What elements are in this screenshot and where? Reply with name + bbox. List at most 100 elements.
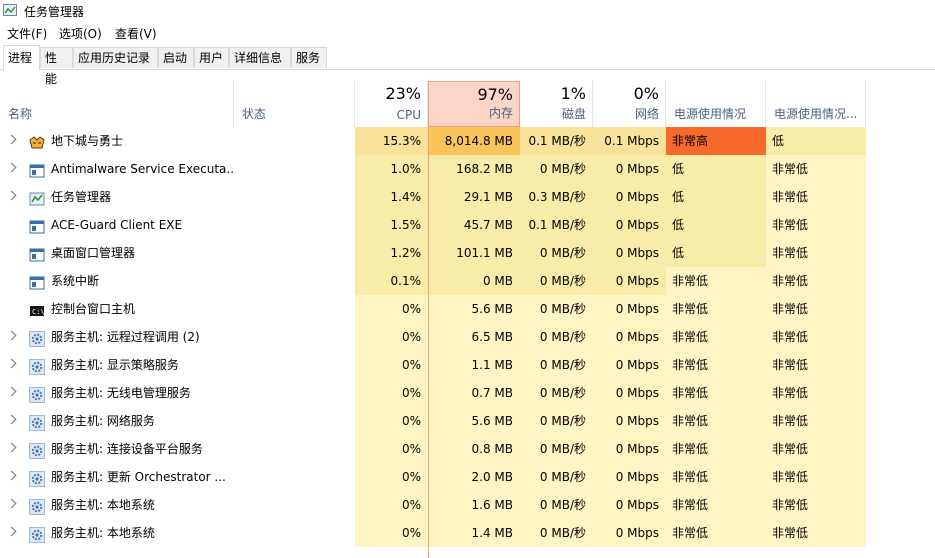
process-disk: 0 MB/秒: [520, 155, 593, 183]
title-bar: 任务管理器: [0, 0, 935, 22]
table-row[interactable]: 桌面窗口管理器 1.2% 101.1 MB 0 MB/秒 0 Mbps 低非常低: [0, 239, 935, 267]
column-name-label: 名称: [8, 107, 33, 121]
table-row[interactable]: 服务主机: 远程过程调用 (2) 0% 6.5 MB 0 MB/秒 0 Mbps 非常低非…: [0, 323, 935, 351]
column-disk[interactable]: 1% 磁盘: [520, 81, 593, 127]
table-row[interactable]: Antimalware Service Executa... 1.0% 168.2 …: [0, 155, 935, 183]
tab-performance[interactable]: 性能: [40, 47, 73, 86]
chevron-right-icon[interactable]: [6, 470, 17, 481]
cpu-total: 23%: [385, 84, 421, 103]
process-memory: 45.7 MB: [428, 211, 520, 239]
process-cpu: 1.0%: [355, 155, 428, 183]
process-power: 非常低: [666, 519, 766, 547]
table-row[interactable]: 服务主机: 本地系统 0% 1.4 MB 0 MB/秒 0 Mbps 非常低 非常低: [0, 519, 935, 547]
process-cpu: 0%: [355, 407, 428, 435]
process-name: 服务主机: 本地系统: [51, 526, 155, 540]
process-network: 0 Mbps: [593, 519, 666, 547]
process-disk: 0 MB/秒: [520, 323, 593, 351]
disk-label: 磁盘: [561, 107, 586, 121]
chevron-right-icon[interactable]: [6, 414, 17, 425]
process-network: 0 Mbps: [593, 491, 666, 519]
table-row[interactable]: 服务主机: 显示策略服务 0% 1.1 MB 0 MB/秒 0 Mbps 非常低 非常低: [0, 351, 935, 379]
process-power-trend: 非常低: [766, 267, 866, 295]
process-memory: 8,014.8 MB: [428, 127, 520, 155]
chevron-right-icon[interactable]: [6, 190, 17, 201]
column-name[interactable]: 名称: [0, 81, 234, 127]
tab-users[interactable]: 用户: [194, 47, 229, 68]
process-name-cell: 桌面窗口管理器: [0, 239, 234, 267]
cpu-label: CPU: [396, 108, 421, 122]
process-status: [234, 519, 355, 547]
process-status: [234, 323, 355, 351]
process-power: 低: [666, 211, 766, 239]
process-power: 非常低: [666, 463, 766, 491]
tab-app-history[interactable]: 应用历史记录: [73, 47, 158, 68]
process-memory: 6.5 MB: [428, 323, 520, 351]
chevron-right-icon[interactable]: [6, 526, 17, 537]
table-row[interactable]: 服务主机: 更新 Orchestrator ... 0% 2.0 MB 0 MB/秒 0…: [0, 463, 935, 491]
column-status[interactable]: 状态: [234, 81, 355, 127]
process-status: [234, 435, 355, 463]
process-name: 服务主机: 无线电管理服务: [51, 386, 191, 400]
process-status: [234, 211, 355, 239]
menu-options[interactable]: 选项(O): [59, 25, 102, 42]
process-cpu: 15.3%: [355, 127, 428, 155]
table-row[interactable]: 服务主机: 本地系统 0% 1.6 MB 0 MB/秒 0 Mbps 非常低 非常低: [0, 491, 935, 519]
process-name-cell: 服务主机: 更新 Orchestrator ...: [0, 463, 234, 491]
menu-view[interactable]: 查看(V): [115, 25, 157, 42]
process-name-cell: Antimalware Service Executa...: [0, 155, 234, 183]
process-cpu: 1.5%: [355, 211, 428, 239]
process-power-trend: 非常低: [766, 183, 866, 211]
process-power: 非常低: [666, 491, 766, 519]
process-network: 0 Mbps: [593, 435, 666, 463]
column-memory[interactable]: 97% 内存: [428, 81, 520, 127]
table-row[interactable]: C:\ 控制台窗口主机 0% 5.6 MB 0 MB/秒 0 Mbps 非常低 非常低: [0, 295, 935, 323]
chevron-right-icon[interactable]: [6, 162, 17, 173]
process-memory: 0.7 MB: [428, 379, 520, 407]
table-row[interactable]: 任务管理器 1.4% 29.1 MB 0.3 MB/秒 0 Mbps 低非常低: [0, 183, 935, 211]
column-cpu[interactable]: 23% CPU: [355, 81, 428, 127]
tab-processes[interactable]: 进程: [3, 45, 40, 70]
process-cpu: 0%: [355, 491, 428, 519]
table-row[interactable]: 服务主机: 无线电管理服务 0% 0.7 MB 0 MB/秒 0 Mbps 非常低 非常低: [0, 379, 935, 407]
process-power-trend: 非常低: [766, 379, 866, 407]
process-memory: 29.1 MB: [428, 183, 520, 211]
chevron-right-icon[interactable]: [6, 358, 17, 369]
sorted-column-border: [428, 127, 429, 558]
menu-file[interactable]: 文件(F): [7, 25, 47, 42]
process-name-cell: 系统中断: [0, 267, 234, 295]
chevron-right-icon[interactable]: [6, 386, 17, 397]
chevron-right-icon[interactable]: [6, 330, 17, 341]
process-power-trend: 非常低: [766, 351, 866, 379]
table-row[interactable]: ACE-Guard Client EXE 1.5% 45.7 MB 0.1 MB/秒 0…: [0, 211, 935, 239]
process-network: 0 Mbps: [593, 155, 666, 183]
process-status: [234, 351, 355, 379]
process-cpu: 0%: [355, 435, 428, 463]
tab-details[interactable]: 详细信息: [229, 47, 291, 68]
process-name-cell: 服务主机: 连接设备平台服务: [0, 435, 234, 463]
process-status: [234, 407, 355, 435]
process-name: 任务管理器: [51, 190, 112, 204]
table-row[interactable]: 服务主机: 连接设备平台服务 0% 0.8 MB 0 MB/秒 0 Mbps 非常低 非常低: [0, 435, 935, 463]
chevron-right-icon[interactable]: [6, 442, 17, 453]
service-window-icon: [29, 245, 45, 262]
service-window-icon: [29, 217, 45, 234]
chevron-right-icon[interactable]: [6, 498, 17, 509]
column-network[interactable]: 0% 网络: [593, 81, 666, 127]
process-memory: 1.6 MB: [428, 491, 520, 519]
process-name-cell: 地下城与勇士: [0, 127, 234, 155]
gear-icon: [29, 469, 45, 487]
column-power-trend[interactable]: 电源使用情况...: [766, 81, 866, 127]
table-row[interactable]: 系统中断 0.1% 0 MB 0 MB/秒 0 Mbps 非常低 非常低: [0, 267, 935, 295]
table-row[interactable]: 地下城与勇士 15.3% 8,014.8 MB 0.1 MB/秒 0.1 Mbps 非常高…: [0, 127, 935, 155]
process-network: 0 Mbps: [593, 379, 666, 407]
process-power-trend: 非常低: [766, 211, 866, 239]
tab-services[interactable]: 服务: [291, 47, 327, 68]
column-power[interactable]: 电源使用情况: [666, 81, 766, 127]
chevron-right-icon[interactable]: [6, 134, 17, 145]
process-network: 0 Mbps: [593, 211, 666, 239]
process-memory: 168.2 MB: [428, 155, 520, 183]
process-name: 地下城与勇士: [51, 134, 124, 148]
process-status: [234, 379, 355, 407]
table-row[interactable]: 服务主机: 网络服务 0% 5.6 MB 0 MB/秒 0 Mbps 非常低 非常低: [0, 407, 935, 435]
tab-startup[interactable]: 启动: [158, 47, 194, 68]
